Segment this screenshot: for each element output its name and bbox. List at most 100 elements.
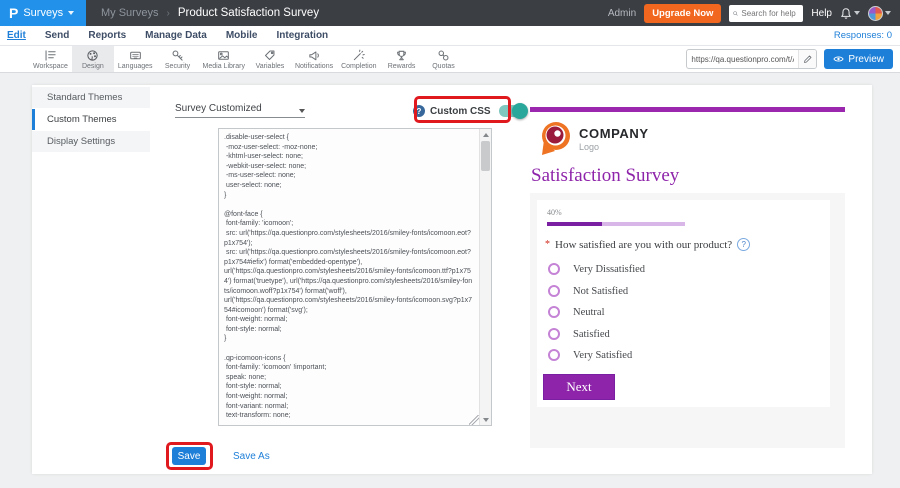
- help-search: [729, 5, 803, 22]
- toggle-knob-icon: [512, 103, 528, 119]
- next-button[interactable]: Next: [543, 374, 615, 400]
- notifications-bell-button[interactable]: [840, 7, 860, 20]
- search-input[interactable]: [741, 9, 799, 18]
- chevron-down-icon: [854, 11, 860, 15]
- megaphone-icon: [308, 49, 321, 62]
- pencil-icon: [803, 55, 812, 64]
- toolbar-item-completion[interactable]: Completion: [337, 46, 380, 72]
- toolbar-item-security[interactable]: Security: [157, 46, 199, 72]
- preview-button[interactable]: Preview: [824, 49, 893, 69]
- toolbar-item-rewards[interactable]: Rewards: [381, 46, 423, 72]
- scrollbar-up-arrow[interactable]: [480, 129, 491, 140]
- breadcrumb-current: Product Satisfaction Survey: [178, 7, 319, 19]
- product-menu[interactable]: P Surveys: [0, 0, 86, 26]
- nav-item-manage-data[interactable]: Manage Data: [145, 30, 207, 41]
- avatar: [868, 6, 883, 21]
- preview-button-label: Preview: [848, 54, 884, 65]
- option-very-dissatisfied[interactable]: Very Dissatisfied: [548, 261, 645, 277]
- progress-label: 40%: [547, 208, 562, 217]
- radio-icon[interactable]: [548, 285, 560, 297]
- workspace-icon: [44, 49, 57, 62]
- questionpro-app: P Surveys My Surveys › Product Satisfact…: [0, 0, 900, 488]
- sidebar-item-display-settings[interactable]: Display Settings: [32, 131, 150, 152]
- css-editor[interactable]: .disable-user-select { -moz-user-select:…: [218, 128, 492, 426]
- survey-url-input[interactable]: [687, 55, 798, 64]
- toolbar-item-workspace[interactable]: Workspace: [29, 46, 72, 72]
- media-library-icon: [217, 49, 230, 62]
- survey-nav: Edit Send Reports Manage Data Mobile Int…: [0, 26, 900, 46]
- account-menu[interactable]: [868, 6, 891, 21]
- radio-icon[interactable]: [548, 328, 560, 340]
- topbar-actions: Admin Upgrade Now Help: [608, 4, 900, 23]
- option-not-satisfied[interactable]: Not Satisfied: [548, 283, 628, 299]
- chevron-down-icon: [885, 11, 891, 15]
- theme-help-icon[interactable]: ?: [413, 105, 425, 117]
- survey-preview: COMPANY Logo Satisfaction Survey 40% * H…: [530, 85, 872, 474]
- toolbar-item-variables[interactable]: Variables: [249, 46, 291, 72]
- question-help-icon[interactable]: ?: [737, 238, 750, 251]
- wand-icon: [352, 49, 365, 62]
- theme-select-value: Survey Customized: [175, 103, 262, 114]
- toolbar-item-languages[interactable]: Languages: [114, 46, 157, 72]
- custom-css-group: Custom CSS: [430, 105, 527, 117]
- scrollbar-thumb[interactable]: [481, 141, 490, 171]
- toolbar-item-design[interactable]: Design: [72, 46, 114, 72]
- bell-icon: [840, 7, 852, 20]
- edit-url-button[interactable]: [798, 50, 816, 68]
- security-icon: [171, 49, 184, 62]
- responses-count[interactable]: Responses: 0: [834, 30, 900, 41]
- quotas-icon: [437, 49, 450, 62]
- admin-menu[interactable]: Admin: [608, 8, 636, 19]
- nav-item-send[interactable]: Send: [45, 30, 69, 41]
- option-neutral[interactable]: Neutral: [548, 304, 605, 320]
- company-logo-icon: [540, 121, 572, 157]
- eye-icon: [833, 55, 844, 63]
- radio-icon[interactable]: [548, 349, 560, 361]
- save-as-link[interactable]: Save As: [233, 451, 270, 462]
- scrollbar-down-arrow[interactable]: [480, 414, 491, 425]
- breadcrumb: My Surveys › Product Satisfaction Survey: [101, 7, 319, 19]
- toolbar-item-notifications[interactable]: Notifications: [291, 46, 337, 72]
- design-panel: Standard Themes Custom Themes Display Se…: [32, 85, 872, 474]
- option-satisfied[interactable]: Satisfied: [548, 326, 610, 342]
- progress-fill: [547, 222, 602, 226]
- product-menu-label: Surveys: [23, 7, 63, 19]
- option-very-satisfied[interactable]: Very Satisfied: [548, 347, 632, 363]
- resize-grip-icon[interactable]: [469, 415, 479, 425]
- radio-icon[interactable]: [548, 306, 560, 318]
- css-code-text[interactable]: .disable-user-select { -moz-user-select:…: [224, 133, 474, 421]
- nav-item-integration[interactable]: Integration: [277, 30, 329, 41]
- progress-bar: [547, 222, 685, 226]
- theme-select[interactable]: Survey Customized: [175, 103, 305, 118]
- chevron-down-icon: [68, 11, 74, 15]
- sidebar-item-custom-themes[interactable]: Custom Themes: [32, 109, 150, 130]
- radio-icon[interactable]: [548, 263, 560, 275]
- help-link[interactable]: Help: [811, 8, 832, 19]
- question-text: How satisfied are you with our product?: [555, 239, 732, 251]
- nav-item-reports[interactable]: Reports: [88, 30, 126, 41]
- theme-sidebar: Standard Themes Custom Themes Display Se…: [32, 87, 150, 153]
- search-icon: [733, 9, 738, 18]
- breadcrumb-parent[interactable]: My Surveys: [101, 7, 158, 19]
- css-editor-scrollbar[interactable]: [479, 129, 491, 425]
- languages-icon: [129, 49, 142, 62]
- save-button[interactable]: Save: [172, 447, 206, 465]
- design-icon: [86, 49, 99, 62]
- topbar: P Surveys My Surveys › Product Satisfact…: [0, 0, 900, 26]
- toolbar-item-media-library[interactable]: Media Library: [199, 46, 249, 72]
- question-row: * How satisfied are you with our product…: [545, 238, 750, 251]
- questionpro-logo-icon: P: [9, 6, 18, 20]
- chevron-down-icon: [299, 109, 305, 113]
- breadcrumb-separator-icon: ›: [166, 8, 169, 19]
- upgrade-now-button[interactable]: Upgrade Now: [644, 4, 721, 23]
- nav-item-mobile[interactable]: Mobile: [226, 30, 258, 41]
- question-card: 40% * How satisfied are you with our pro…: [537, 200, 830, 407]
- sidebar-item-standard-themes[interactable]: Standard Themes: [32, 87, 150, 108]
- survey-title: Satisfaction Survey: [531, 165, 679, 187]
- survey-url-box: [686, 49, 817, 69]
- toolbar-item-quotas[interactable]: Quotas: [423, 46, 465, 72]
- nav-item-edit[interactable]: Edit: [7, 30, 26, 41]
- custom-css-toggle[interactable]: [499, 105, 527, 117]
- theme-accent-bar: [530, 107, 845, 112]
- required-marker: *: [545, 239, 550, 250]
